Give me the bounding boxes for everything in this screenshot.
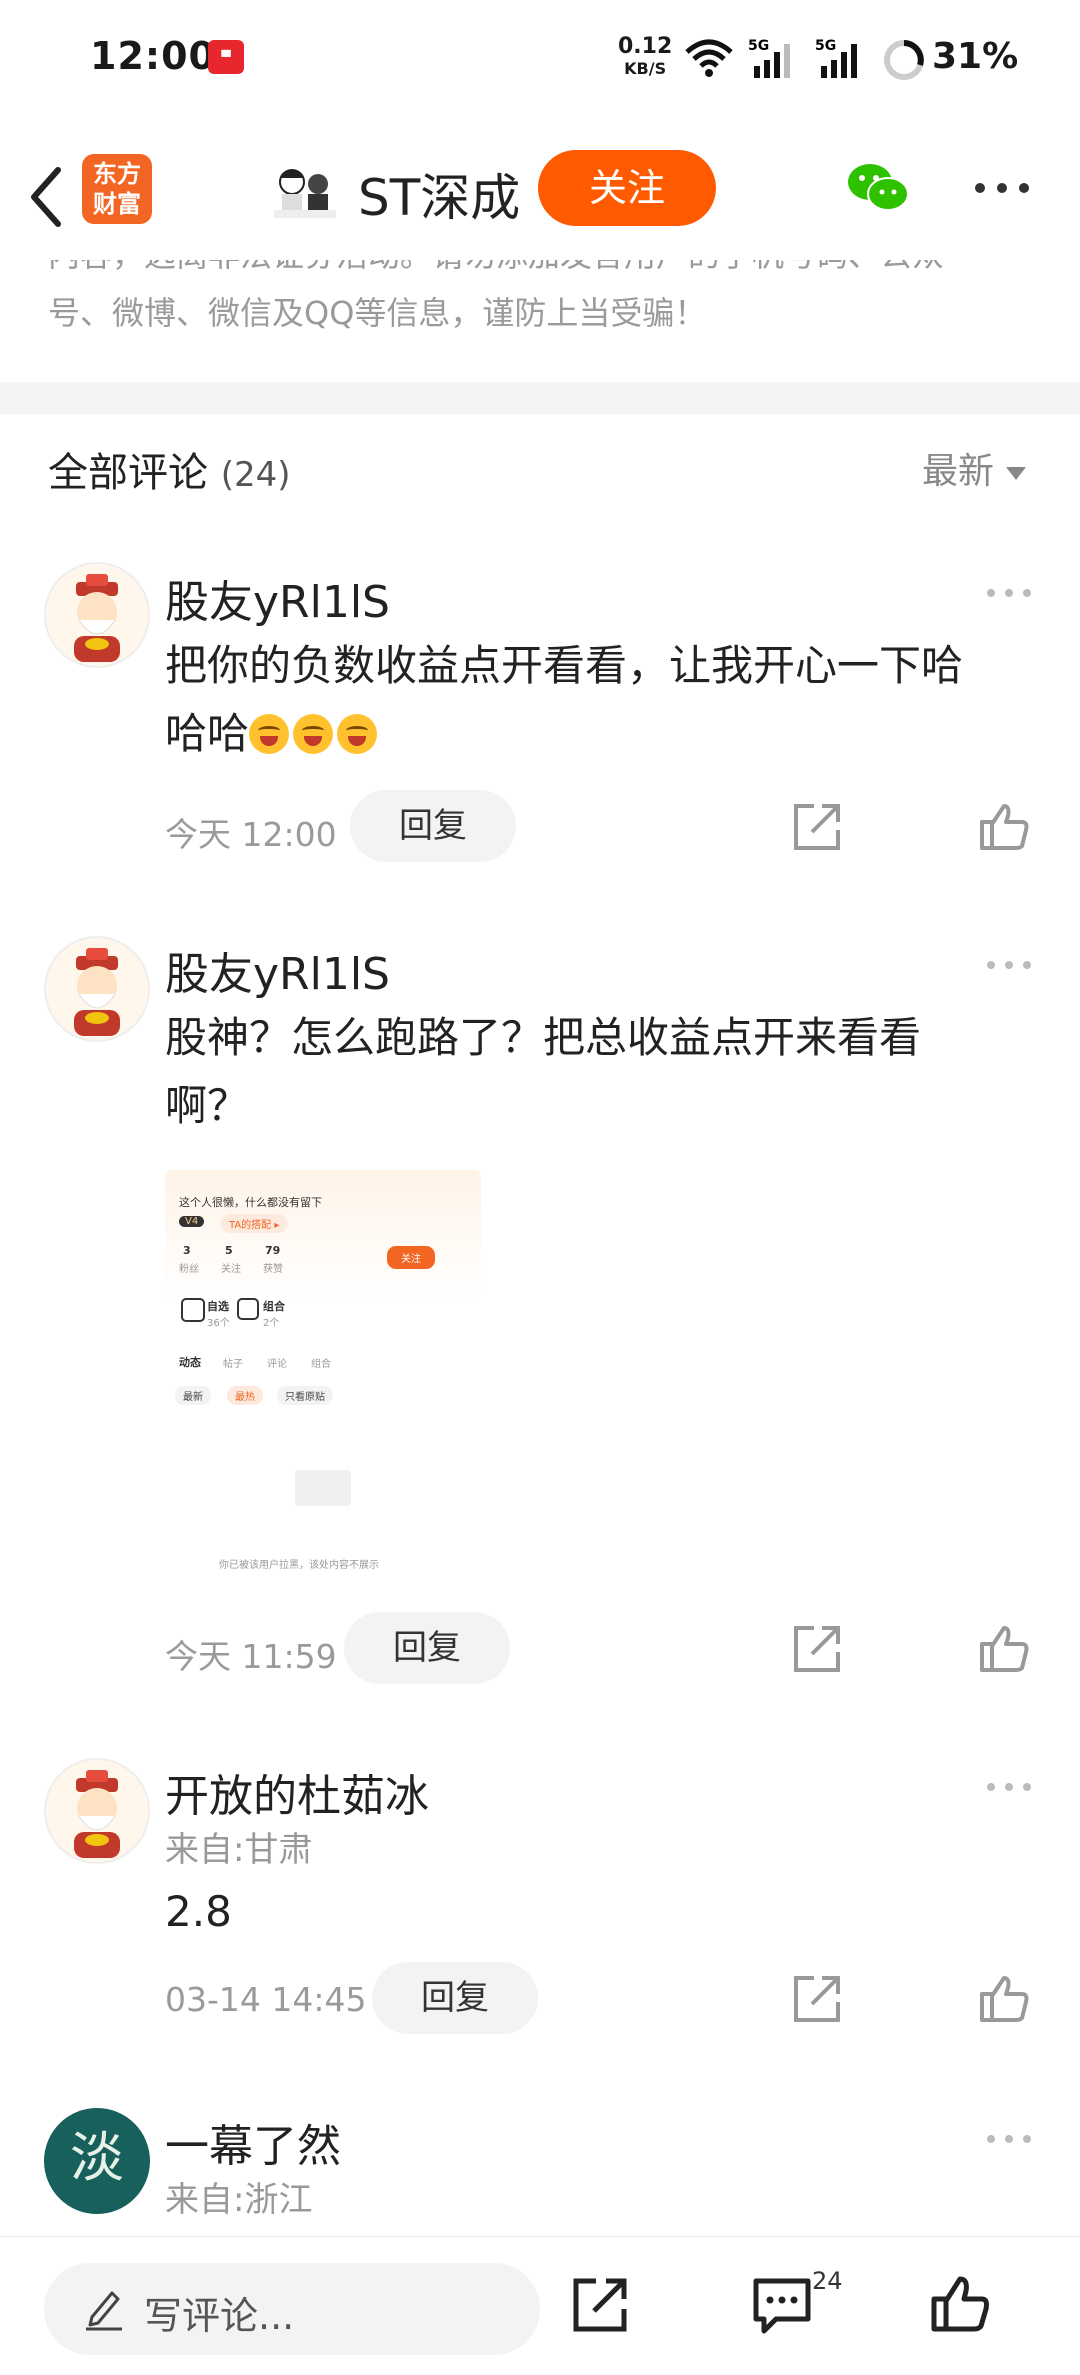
laughing-emoji-icon — [293, 714, 334, 754]
comment-time: 今天 11:59 — [165, 1637, 337, 1676]
portfolio-icon — [237, 1298, 259, 1320]
status-time: 12:00 — [90, 34, 216, 78]
stock-avatar — [274, 169, 336, 218]
comment-more-icon[interactable] — [986, 588, 1032, 598]
stat-value: 5 — [225, 1244, 233, 1257]
notice-line-2: 号、微博、微信及QQ等信息，谨防上当受骗！ — [48, 294, 707, 332]
write-comment-placeholder: 写评论... — [144, 2294, 295, 2338]
username[interactable]: 开放的杜茹冰 — [165, 1760, 429, 1824]
image-filter: 最热 — [227, 1386, 263, 1405]
comments-title: 全部评论 — [48, 450, 208, 496]
comment-image[interactable]: 这个人很懒，什么都没有留下 V4 TA的搭配 ▸ 3 粉丝 5 关注 79 获赞… — [165, 1170, 481, 1580]
comment-text: 股神？怎么跑路了？把总收益点开来看看 啊？ — [165, 1013, 922, 1130]
svg-text:5G: 5G — [815, 38, 836, 54]
stat-value: 79 — [265, 1244, 281, 1257]
comment-text: 2.8 — [165, 1887, 232, 1936]
back-arrow-icon[interactable] — [24, 162, 68, 232]
more-icon[interactable] — [974, 182, 1030, 194]
location: 来自:甘肃 — [165, 1830, 313, 1870]
signal-icon: 5G — [748, 38, 790, 78]
like-icon[interactable] — [978, 1622, 1030, 1674]
reply-button[interactable]: 回复 — [344, 1612, 510, 1684]
comment-more-icon[interactable] — [986, 960, 1032, 970]
signal-icon-2: 5G — [815, 38, 857, 78]
battery-percent: 31% — [932, 36, 1019, 77]
sort-dropdown[interactable]: 最新 — [922, 442, 1027, 494]
avatar[interactable]: 淡 — [44, 2108, 150, 2214]
like-icon[interactable] — [978, 800, 1030, 852]
notification-app-icon: ▀ — [208, 40, 244, 74]
pencil-icon — [86, 2291, 122, 2331]
username[interactable]: 股友yRl1lS — [165, 566, 390, 630]
stat-label: 关注 — [221, 1264, 241, 1275]
location: 来自:浙江 — [165, 2180, 313, 2220]
stock-name[interactable]: ST深成 — [358, 158, 520, 230]
like-icon[interactable] — [978, 1972, 1030, 2024]
section-divider — [0, 382, 1080, 414]
profile-tag: TA的搭配 ▸ — [221, 1214, 288, 1233]
comment-icon[interactable] — [752, 2277, 812, 2337]
reply-button[interactable]: 回复 — [350, 790, 516, 862]
username[interactable]: 股友yRl1lS — [165, 938, 390, 1002]
image-tab: 评论 — [267, 1359, 287, 1370]
like-icon[interactable] — [930, 2273, 990, 2333]
status-bar: 12:00 ▀ 0.12 KB/S 5G 5G 31% — [0, 0, 1080, 120]
stat-label: 获赞 — [263, 1264, 283, 1275]
stat-value: 3 — [183, 1244, 191, 1257]
comment-more-icon[interactable] — [986, 1782, 1032, 1792]
network-speed: 0.12 KB/S — [618, 34, 673, 79]
favorites-label: 自选 — [207, 1300, 229, 1313]
username[interactable]: 一幕了然 — [165, 2110, 341, 2174]
image-filter: 最新 — [175, 1386, 211, 1405]
comment-time: 今天 12:00 — [165, 815, 337, 854]
avatar[interactable] — [44, 562, 150, 668]
laughing-emoji-icon — [249, 714, 290, 754]
comment-time: 03-14 14:45 — [165, 1980, 367, 2019]
write-comment-input[interactable]: 写评论... — [44, 2263, 540, 2355]
svg-text:5G: 5G — [748, 38, 769, 54]
profile-bio: 这个人很懒，什么都没有留下 — [179, 1196, 322, 1209]
stat-label: 粉丝 — [179, 1264, 199, 1275]
follow-button[interactable]: 关注 — [538, 150, 716, 226]
nav-header: 东方 财富 ST深成 关注 — [0, 140, 1080, 260]
favorites-count: 36个 — [207, 1318, 230, 1329]
profile-header — [165, 1170, 481, 1300]
image-follow-button: 关注 — [387, 1246, 435, 1269]
image-filter: 只看原贴 — [277, 1386, 333, 1405]
wechat-share-icon[interactable] — [846, 160, 910, 216]
portfolio-count: 2个 — [263, 1318, 280, 1329]
avatar[interactable] — [44, 1758, 150, 1864]
comment-count-badge: 24 — [812, 2267, 843, 2295]
image-tab: 帖子 — [223, 1359, 243, 1370]
comments-count: (24) — [220, 455, 291, 495]
blocked-notice: 你已被该用户拉黑，该处内容不展示 — [219, 1560, 379, 1571]
level-badge: V4 — [179, 1216, 205, 1227]
comments-header: 全部评论 (24) — [48, 440, 291, 498]
caret-down-icon — [1006, 466, 1027, 480]
share-icon[interactable] — [790, 1622, 844, 1676]
favorites-icon — [181, 1298, 205, 1322]
share-icon[interactable] — [790, 800, 844, 854]
comment-more-icon[interactable] — [986, 2134, 1032, 2144]
wifi-icon — [685, 39, 733, 77]
portfolio-label: 组合 — [263, 1300, 285, 1313]
share-icon[interactable] — [790, 1972, 844, 2026]
laughing-emoji-icon — [337, 714, 378, 754]
image-tab: 动态 — [179, 1356, 201, 1369]
comment-text: 把你的负数收益点开看看，让我开心一下哈 哈哈 — [165, 641, 964, 758]
image-tab: 组合 — [311, 1359, 331, 1370]
share-icon[interactable] — [572, 2277, 628, 2333]
avatar[interactable] — [44, 936, 150, 1042]
sort-label: 最新 — [922, 451, 995, 492]
reply-button[interactable]: 回复 — [372, 1962, 538, 2034]
battery-icon — [884, 40, 924, 80]
brand-logo[interactable]: 东方 财富 — [82, 154, 152, 224]
bottom-bar: 写评论... 24 — [0, 2236, 1080, 2375]
empty-box-icon — [295, 1470, 351, 1506]
